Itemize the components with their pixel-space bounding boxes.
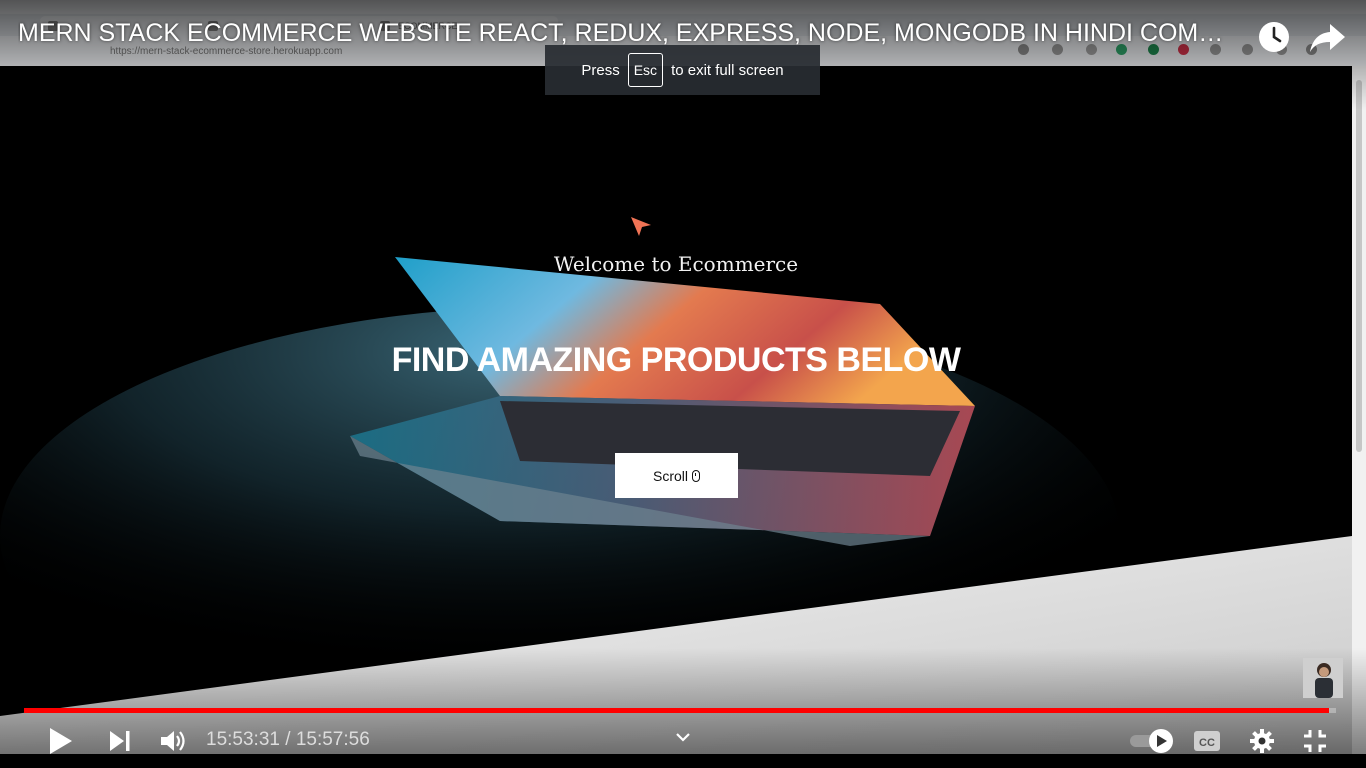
toast-suffix: to exit full screen — [671, 61, 784, 79]
svg-text:CC: CC — [1199, 737, 1215, 749]
volume-icon — [161, 731, 185, 751]
time-separator: / — [279, 729, 296, 750]
settings-button[interactable] — [1248, 727, 1276, 755]
video-player[interactable]: ECOMMERCE https://mern-stack-ecommerce-s… — [0, 0, 1366, 768]
captions-button[interactable]: CC — [1192, 729, 1222, 753]
time-display: 15:53:31 / 15:57:56 — [206, 729, 370, 751]
exit-fullscreen-icon — [1304, 730, 1326, 752]
clock-icon — [1259, 22, 1289, 52]
time-current: 15:53:31 — [206, 729, 280, 750]
volume-button[interactable] — [158, 728, 188, 754]
share-icon — [1310, 24, 1345, 52]
share-button[interactable] — [1306, 15, 1350, 59]
page-scrollbar — [1352, 66, 1366, 754]
autoplay-toggle-icon — [1130, 729, 1173, 753]
play-icon — [50, 728, 72, 754]
mouse-cursor-icon — [631, 217, 651, 236]
watch-later-button[interactable] — [1252, 15, 1296, 59]
exit-fullscreen-button[interactable] — [1302, 728, 1328, 754]
cc-icon: CC — [1194, 731, 1220, 751]
fullscreen-toast: Press Esc to exit full screen — [545, 45, 820, 95]
time-total: 15:57:56 — [295, 729, 370, 750]
progress-bar-played — [24, 708, 1330, 713]
page-scrollbar-thumb — [1356, 80, 1362, 452]
toast-prefix: Press — [581, 61, 620, 79]
laptop-hero-image — [0, 66, 1352, 754]
next-icon — [110, 731, 130, 751]
esc-key-badge: Esc — [627, 53, 664, 87]
mouse-icon — [692, 469, 700, 482]
progress-bar[interactable] — [24, 708, 1336, 713]
ecommerce-hero-section: Welcome to Ecommerce FIND AMAZING PRODUC… — [0, 66, 1352, 754]
hero-headline: FIND AMAZING PRODUCTS BELOW — [391, 341, 961, 379]
chapters-button[interactable] — [674, 730, 692, 744]
channel-watermark[interactable] — [1303, 658, 1343, 698]
gear-icon — [1250, 729, 1274, 753]
autoplay-toggle[interactable] — [1128, 728, 1176, 754]
scroll-button[interactable]: Scroll — [615, 453, 738, 498]
video-title[interactable]: MERN STACK ECOMMERCE WEBSITE REACT, REDU… — [18, 19, 1236, 48]
scroll-button-label: Scroll — [652, 467, 688, 484]
chevron-down-icon — [676, 733, 690, 742]
next-button[interactable] — [106, 728, 134, 754]
play-button[interactable] — [44, 724, 76, 758]
welcome-heading: Welcome to Ecommerce — [553, 252, 799, 276]
channel-avatar-image — [1303, 658, 1343, 698]
